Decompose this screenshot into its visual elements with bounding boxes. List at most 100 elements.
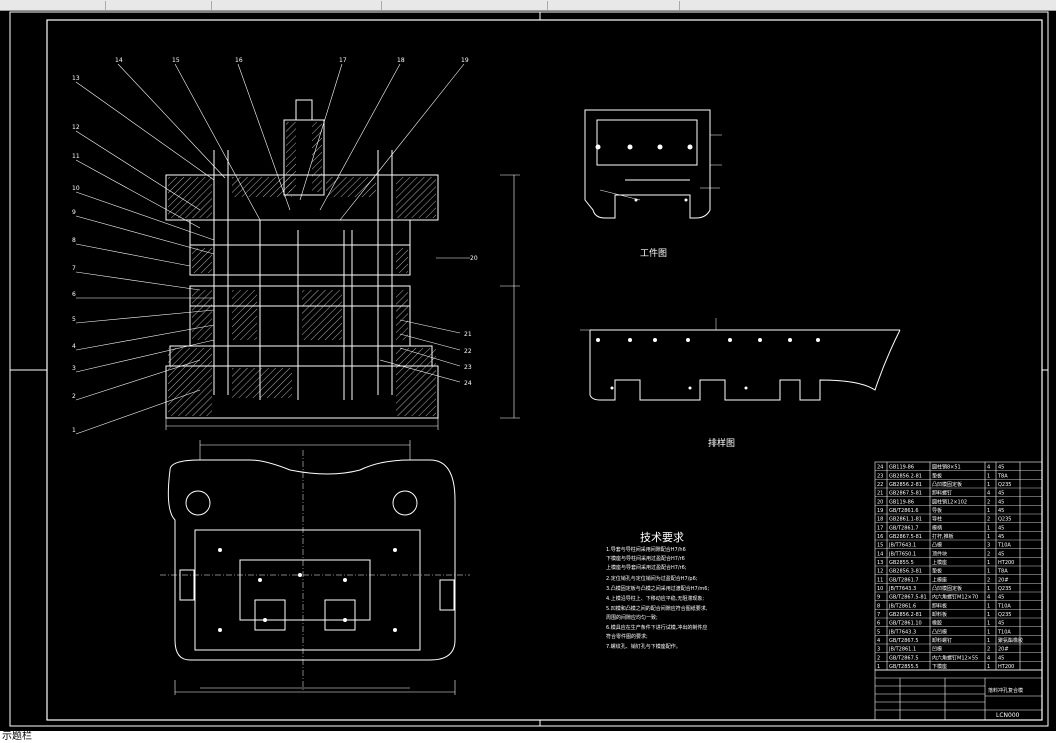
bom-cell: 聚氨酯橡胶 bbox=[998, 637, 1023, 644]
bom-cell: 45 bbox=[998, 655, 1004, 661]
bom-cell: GB2855.5 bbox=[889, 560, 914, 566]
bom-cell: 3 bbox=[877, 647, 880, 653]
bom-cell: 45 bbox=[998, 551, 1004, 557]
bom-cell: 4 bbox=[987, 595, 990, 601]
part-number-1: 1 bbox=[72, 427, 76, 434]
bom-cell: 45 bbox=[998, 499, 1004, 505]
bom-cell: 1 bbox=[987, 525, 990, 531]
bom-cell: HT200 bbox=[998, 664, 1014, 670]
part-number-5: 5 bbox=[72, 316, 76, 323]
bom-cell: 20# bbox=[998, 647, 1009, 653]
tech-req-line: 上模座与导套间采用过盈配合H7/r6; bbox=[606, 564, 687, 571]
bom-cell: 20 bbox=[877, 499, 883, 505]
bom-rows: 24 GB119-86 圆柱销8×51 4 4523 GB2856.2-81 垫板 1 T8A2… bbox=[875, 464, 1042, 671]
bom-cell: 1 bbox=[877, 664, 880, 670]
tech-req-line: 4.上模沿导柱上、下移动应平稳,无阻滞现象; bbox=[606, 595, 704, 602]
bom-cell: 12 bbox=[877, 569, 883, 575]
bom-cell: 6 bbox=[877, 621, 880, 627]
bom-cell: 22 bbox=[877, 482, 883, 488]
bom-cell: 导柱 bbox=[932, 516, 942, 523]
bom-cell: 10 bbox=[877, 586, 883, 592]
tech-req-line: 下模座与导柱间采用过盈配合H7/r6 bbox=[606, 555, 685, 562]
part-number-24: 24 bbox=[464, 380, 472, 387]
part-number-11: 11 bbox=[72, 153, 80, 160]
bom-cell: 模柄 bbox=[932, 524, 942, 531]
part-number-17: 17 bbox=[339, 57, 347, 64]
bom-cell: 圆柱销12×102 bbox=[932, 498, 967, 505]
bom-cell: GB119-86 bbox=[889, 465, 914, 471]
strip-holes bbox=[596, 338, 820, 390]
strip-layout-drawing bbox=[589, 329, 901, 401]
part-number-15: 15 bbox=[172, 57, 180, 64]
bom-cell: GB/T2861.7 bbox=[889, 525, 919, 531]
part-numbers-top: 14 15 16 17 18 19 bbox=[115, 57, 469, 64]
bom-cell: 4 bbox=[987, 491, 990, 497]
tech-req-line: 2.定位销孔与定位销间为过盈配合H7/p6; bbox=[606, 575, 698, 582]
strip-layout-label: 排样图 bbox=[708, 437, 735, 449]
bom-cell: 内六角螺钉M12×55 bbox=[932, 654, 978, 661]
bom-cell: T8A bbox=[997, 569, 1008, 575]
bom-cell: GB2856.2-81 bbox=[889, 473, 922, 479]
bom-cell: Q235 bbox=[998, 517, 1011, 523]
bom-cell: 18 bbox=[877, 517, 883, 523]
bom-cell: 凸模 bbox=[932, 542, 942, 549]
workpiece-drawing bbox=[584, 109, 711, 219]
bom-cell: 1 bbox=[987, 569, 990, 575]
bom-cell: 45 bbox=[998, 465, 1004, 471]
tech-requirements: 技术要求 1.导套与导柱间采用间隙配合H7/h6 下模座与导柱间采用过盈配合H7… bbox=[606, 531, 709, 650]
part-numbers-right: 20 21 22 23 24 bbox=[464, 255, 478, 387]
bom-cell: GB2856.2-81 bbox=[889, 612, 922, 618]
part-number-20: 20 bbox=[470, 255, 478, 262]
part-number-19: 19 bbox=[461, 57, 469, 64]
bom-cell: JB/T7643.3 bbox=[888, 629, 916, 635]
bom-cell: 1 bbox=[987, 638, 990, 644]
bom-cell: 2 bbox=[987, 577, 990, 583]
bom-cell: 45 bbox=[998, 491, 1004, 497]
bom-cell: 45 bbox=[998, 525, 1004, 531]
part-number-7: 7 bbox=[72, 265, 76, 272]
bom-cell: 卸料板 bbox=[932, 611, 947, 618]
bom-cell: 4 bbox=[987, 465, 990, 471]
bom-cell: 卸料板 bbox=[932, 602, 947, 609]
bom-cell: 1 bbox=[987, 586, 990, 592]
bom-cell: GB/T2861.10 bbox=[889, 621, 922, 627]
status-bar-text: 示题栏 bbox=[2, 731, 32, 742]
bom-cell: 19 bbox=[877, 508, 883, 514]
workpiece-label: 工件图 bbox=[640, 247, 667, 259]
bom-cell: 2 bbox=[987, 517, 990, 523]
cad-drawing-canvas[interactable]: 13 12 11 10 9 8 7 6 5 4 3 2 1 14 15 16 1… bbox=[0, 0, 1056, 731]
tech-req-line: 周围的间隙应均匀一致; bbox=[606, 614, 658, 621]
bom-cell: T8A bbox=[997, 473, 1008, 479]
bom-cell: JB/T2861.6 bbox=[888, 603, 916, 609]
tech-requirements-title: 技术要求 bbox=[640, 531, 684, 544]
bom-cell: HT200 bbox=[998, 560, 1014, 566]
bom-cell: 3 bbox=[987, 543, 990, 549]
bom-cell: JB/T2861.1 bbox=[888, 647, 916, 653]
part-number-9: 9 bbox=[72, 209, 76, 216]
bom-cell: 1 bbox=[987, 612, 990, 618]
tech-req-line: 7.螺纹孔、销钉孔与下模座配作。 bbox=[606, 643, 681, 650]
bom-cell: 下模座 bbox=[932, 663, 947, 670]
part-number-18: 18 bbox=[397, 57, 405, 64]
status-bar: 示题栏 bbox=[0, 731, 1056, 743]
bom-cell: 橡胶 bbox=[932, 620, 942, 627]
bom-cell: 1 bbox=[987, 621, 990, 627]
bom-cell: 45 bbox=[998, 595, 1004, 601]
tech-req-line: 符合零件图的要求; bbox=[606, 633, 648, 640]
part-number-8: 8 bbox=[72, 237, 76, 244]
bom-cell: 圆柱销8×51 bbox=[932, 464, 961, 471]
bom-cell: GB2867.5-81 bbox=[889, 491, 922, 497]
leader-lines-top bbox=[117, 63, 470, 383]
bom-cell: 4 bbox=[987, 655, 990, 661]
section-hatching bbox=[168, 122, 436, 416]
bom-cell: T10A bbox=[997, 543, 1011, 549]
bom-cell: 导板 bbox=[932, 507, 942, 514]
part-number-3: 3 bbox=[72, 365, 76, 372]
bom-cell: GB/T2855.5 bbox=[889, 664, 919, 670]
bom-cell: 2 bbox=[987, 647, 990, 653]
bom-cell: 1 bbox=[987, 534, 990, 540]
bom-cell: GB2861.1-81 bbox=[889, 517, 922, 523]
bom-cell: 1 bbox=[987, 482, 990, 488]
tech-req-line: 6.模具应在生产条件下进行试模,冲出的制件应 bbox=[606, 624, 707, 631]
bom-cell: 15 bbox=[877, 543, 883, 549]
